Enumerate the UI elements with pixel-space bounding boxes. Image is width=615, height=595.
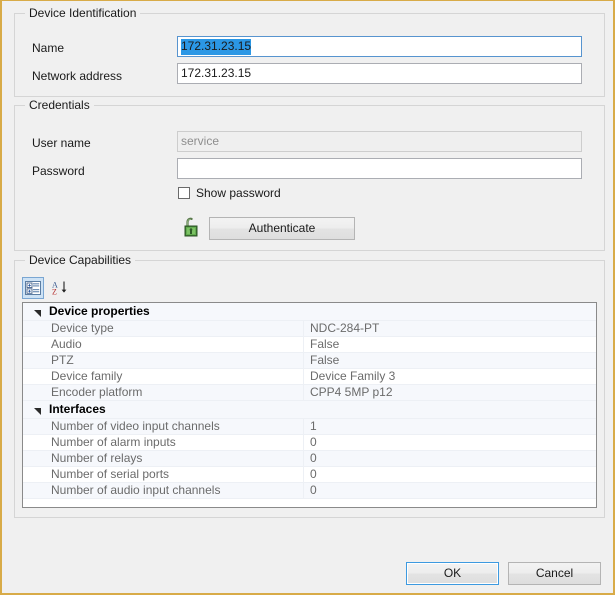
property-name: Device family xyxy=(51,369,123,383)
property-name: PTZ xyxy=(51,353,74,367)
device-identification-group-title: Device Identification xyxy=(25,6,141,20)
property-value[interactable]: False xyxy=(303,337,596,352)
ok-button[interactable]: OK xyxy=(406,562,499,585)
user-name-label: User name xyxy=(32,136,91,150)
property-name: Number of serial ports xyxy=(51,467,170,481)
show-password-checkbox-box[interactable] xyxy=(178,187,190,199)
categorized-view-icon[interactable] xyxy=(22,277,44,299)
property-grid-category-row[interactable]: Interfaces xyxy=(23,401,596,419)
password-label: Password xyxy=(32,164,85,178)
property-grid-row[interactable]: Number of video input channels 1 xyxy=(23,419,596,435)
property-grid-row[interactable]: Audio False xyxy=(23,337,596,353)
alphabetical-sort-icon[interactable]: A Z xyxy=(49,277,71,299)
property-value[interactable]: CPP4 5MP p12 xyxy=(303,385,596,400)
property-name: Number of relays xyxy=(51,451,143,465)
property-value[interactable]: 1 xyxy=(303,419,596,434)
property-grid-row[interactable]: Number of relays 0 xyxy=(23,451,596,467)
property-grid-row[interactable]: Number of serial ports 0 xyxy=(23,467,596,483)
property-grid-row[interactable]: PTZ False xyxy=(23,353,596,369)
user-name-input: service xyxy=(177,131,582,152)
property-value[interactable]: False xyxy=(303,353,596,368)
network-address-label: Network address xyxy=(32,69,123,83)
property-value[interactable]: 0 xyxy=(303,483,596,498)
show-password-label: Show password xyxy=(196,186,281,200)
name-input-value: 172.31.23.15 xyxy=(181,38,252,55)
property-name: Audio xyxy=(51,337,82,351)
user-name-input-value: service xyxy=(181,134,220,148)
property-grid-row[interactable]: Number of audio input channels 0 xyxy=(23,483,596,499)
expander-collapse-icon[interactable] xyxy=(33,405,42,415)
cancel-button[interactable]: Cancel xyxy=(508,562,601,585)
svg-text:Z: Z xyxy=(52,288,57,296)
authenticate-button[interactable]: Authenticate xyxy=(209,217,355,240)
property-grid-toolbar: A Z xyxy=(22,277,71,299)
property-value[interactable]: NDC-284-PT xyxy=(303,321,596,336)
property-value[interactable]: 0 xyxy=(303,435,596,450)
name-input[interactable]: 172.31.23.15 xyxy=(177,36,582,57)
property-name: Number of audio input channels xyxy=(51,483,221,497)
property-value[interactable]: 0 xyxy=(303,467,596,482)
property-grid-category-label: Interfaces xyxy=(49,402,106,416)
password-input[interactable] xyxy=(177,158,582,179)
property-name: Encoder platform xyxy=(51,385,143,399)
property-grid-row[interactable]: Encoder platform CPP4 5MP p12 xyxy=(23,385,596,401)
property-value[interactable]: 0 xyxy=(303,451,596,466)
property-name: Device type xyxy=(51,321,114,335)
device-capabilities-property-grid[interactable]: Device properties Device type NDC-284-PT Au… xyxy=(22,302,597,508)
expander-collapse-icon[interactable] xyxy=(33,307,42,317)
name-label: Name xyxy=(32,41,65,55)
property-name: Number of alarm inputs xyxy=(51,435,176,449)
network-address-input-value: 172.31.23.15 xyxy=(181,66,252,80)
show-password-checkbox[interactable]: Show password xyxy=(178,186,281,200)
property-grid-row[interactable]: Device family Device Family 3 xyxy=(23,369,596,385)
property-grid-row[interactable]: Device type NDC-284-PT xyxy=(23,321,596,337)
property-grid-category-row[interactable]: Device properties xyxy=(23,303,596,321)
property-value[interactable]: Device Family 3 xyxy=(303,369,596,384)
property-name: Number of video input channels xyxy=(51,419,220,433)
credentials-group-title: Credentials xyxy=(25,98,94,112)
device-capabilities-group-title: Device Capabilities xyxy=(25,253,136,267)
unlock-icon xyxy=(182,216,202,238)
property-grid-row[interactable]: Number of alarm inputs 0 xyxy=(23,435,596,451)
network-address-input[interactable]: 172.31.23.15 xyxy=(177,63,582,84)
property-grid-category-label: Device properties xyxy=(49,304,150,318)
device-configuration-dialog: Device Identification Name 172.31.23.15 … xyxy=(0,0,615,595)
